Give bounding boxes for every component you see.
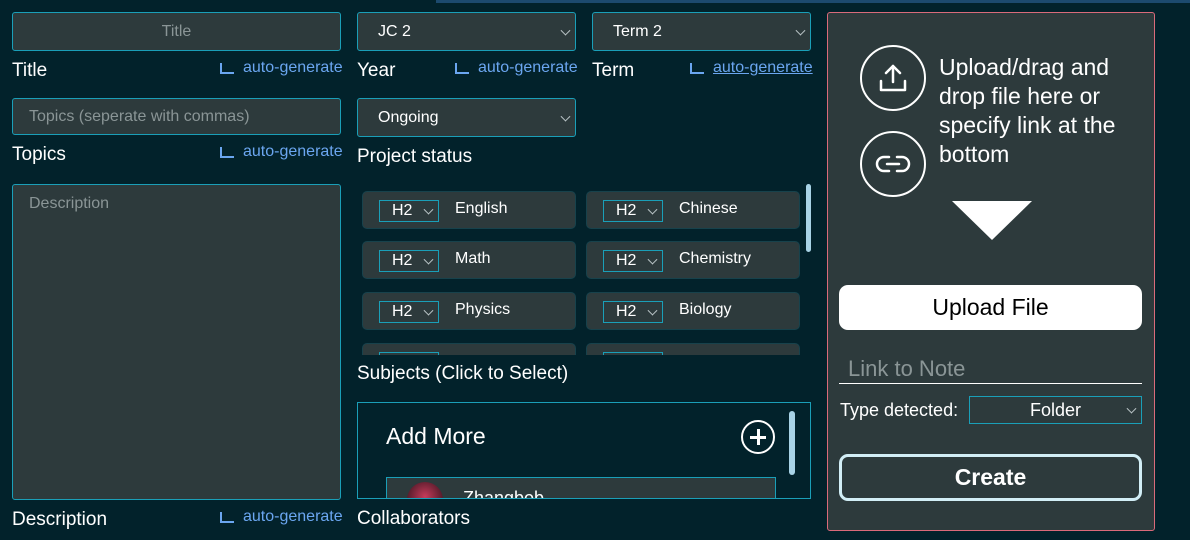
status-label: Project status: [357, 146, 473, 167]
chevron-down-icon: [1126, 403, 1137, 414]
title-label: Title: [12, 60, 48, 81]
subject-name: Chemistry: [679, 250, 752, 267]
corner-arrow-icon: [455, 63, 469, 74]
subject-name: Physics: [455, 301, 511, 318]
term-autogen-text: auto-generate: [713, 59, 813, 76]
term-label: Term: [592, 60, 635, 81]
chevron-down-icon: [795, 25, 806, 36]
corner-arrow-icon: [220, 63, 234, 74]
status-value: Ongoing: [378, 108, 439, 126]
collaborators-scrollbar[interactable]: [789, 411, 795, 475]
subject-level-select[interactable]: H2: [603, 301, 663, 323]
subject-name: Chinese: [679, 200, 738, 217]
top-accent-bar: [436, 0, 1190, 3]
chevron-down-icon: [560, 25, 571, 36]
status-select[interactable]: Ongoing: [357, 98, 576, 137]
title-autogen-link[interactable]: auto-generate: [220, 59, 343, 77]
topics-input[interactable]: Topics (seperate with commas): [12, 98, 341, 135]
create-button[interactable]: Create: [839, 454, 1142, 501]
topics-autogen-text: auto-generate: [243, 143, 343, 160]
type-select[interactable]: Folder: [969, 396, 1142, 424]
collaborator-item[interactable]: Zhangbob: [386, 477, 776, 499]
description-textarea[interactable]: Description: [12, 184, 341, 500]
subject-level-select[interactable]: [379, 352, 439, 355]
chevron-down-icon: [423, 305, 434, 316]
chevron-down-icon: [647, 305, 658, 316]
chevron-down-icon: [423, 204, 434, 215]
link-icon[interactable]: [860, 131, 926, 197]
year-value: JC 2: [378, 22, 411, 40]
subject-card[interactable]: H2 Chinese: [586, 191, 800, 229]
subject-level-select[interactable]: H2: [603, 200, 663, 222]
chevron-down-icon: [647, 254, 658, 265]
arrow-down-icon: [952, 201, 1032, 240]
description-label: Description: [12, 509, 108, 530]
year-autogen-text: auto-generate: [478, 59, 578, 76]
collaborators-box[interactable]: Add More Zhangbob: [357, 402, 811, 499]
subject-level-select[interactable]: H2: [603, 250, 663, 272]
type-detected-label: Type detected:: [840, 400, 959, 420]
topics-label: Topics: [12, 144, 66, 165]
subject-name: Biology: [679, 301, 732, 318]
year-select[interactable]: JC 2: [357, 12, 576, 51]
chevron-down-icon: [647, 204, 658, 215]
description-autogen-link[interactable]: auto-generate: [220, 508, 343, 526]
term-select[interactable]: Term 2: [592, 12, 811, 51]
subject-card-partial[interactable]: [586, 343, 800, 355]
add-more-label: Add More: [386, 423, 486, 449]
corner-arrow-icon: [220, 147, 234, 158]
subject-card[interactable]: H2 Chemistry: [586, 241, 800, 279]
corner-arrow-icon: [690, 63, 704, 74]
upload-instructions: Upload/drag and drop file here or specif…: [939, 54, 1116, 167]
subjects-scrollbar[interactable]: [806, 184, 811, 252]
term-autogen-link[interactable]: auto-generate: [690, 59, 813, 77]
subject-card[interactable]: H2 Physics: [362, 292, 576, 330]
avatar: [407, 482, 443, 498]
title-input[interactable]: Title: [12, 12, 341, 51]
upload-panel[interactable]: Upload/drag and drop file here or specif…: [827, 12, 1155, 531]
collaborators-label: Collaborators: [357, 508, 470, 529]
corner-arrow-icon: [220, 512, 234, 523]
subject-level-select[interactable]: H2: [379, 301, 439, 323]
subject-card[interactable]: H2 Math: [362, 241, 576, 279]
subject-card-partial[interactable]: [362, 343, 576, 355]
term-value: Term 2: [613, 22, 662, 40]
topics-autogen-link[interactable]: auto-generate: [220, 143, 343, 161]
subjects-list[interactable]: H2 English H2 Chinese H2 Math H2 Chemist…: [357, 183, 813, 355]
chevron-down-icon: [423, 254, 434, 265]
chevron-down-icon: [560, 111, 571, 122]
link-input[interactable]: Link to Note: [839, 356, 1142, 384]
description-autogen-text: auto-generate: [243, 508, 343, 525]
subject-card[interactable]: H2 Biology: [586, 292, 800, 330]
plus-circle-icon[interactable]: [741, 420, 775, 454]
type-value: Folder: [1029, 399, 1082, 420]
year-autogen-link[interactable]: auto-generate: [455, 59, 578, 77]
upload-file-button[interactable]: Upload File: [839, 285, 1142, 330]
title-autogen-text: auto-generate: [243, 59, 343, 76]
collaborator-name: Zhangbob: [463, 488, 545, 499]
subject-level-select[interactable]: H2: [379, 250, 439, 272]
subjects-label: Subjects (Click to Select): [357, 363, 569, 384]
subject-card[interactable]: H2 English: [362, 191, 576, 229]
subject-name: English: [455, 200, 508, 217]
year-label: Year: [357, 60, 396, 81]
subject-level-select[interactable]: [603, 352, 663, 355]
upload-icon[interactable]: [860, 45, 926, 111]
subject-name: Math: [455, 250, 491, 267]
subject-level-select[interactable]: H2: [379, 200, 439, 222]
